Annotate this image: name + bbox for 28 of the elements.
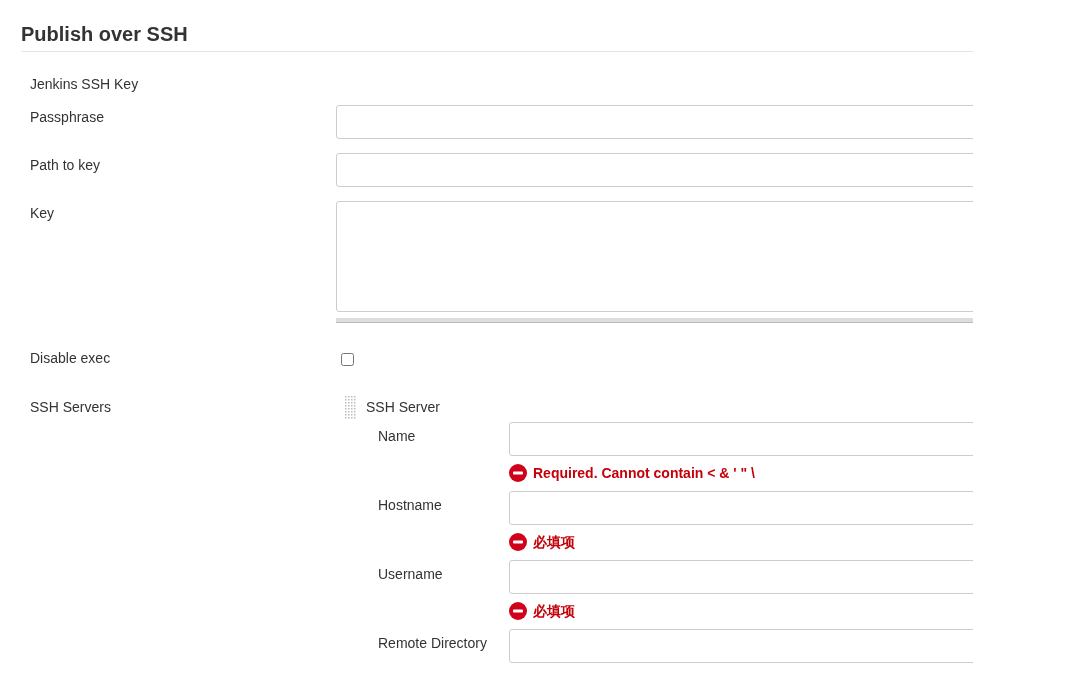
field-label: Name <box>378 427 417 446</box>
section-title: Publish over SSH <box>21 22 189 47</box>
error-message: 必填项 <box>533 601 575 621</box>
field-label: Jenkins SSH Key <box>29 75 140 94</box>
input-field[interactable] <box>509 560 973 594</box>
error-icon <box>509 602 527 620</box>
field-label: Disable exec <box>29 349 112 368</box>
input-field[interactable] <box>336 153 973 187</box>
input-field[interactable] <box>509 422 973 456</box>
input-field[interactable] <box>336 105 973 139</box>
server-title: SSH Server <box>366 397 440 417</box>
error-icon <box>509 533 527 551</box>
field-label: Key <box>29 204 56 223</box>
field-label: Hostname <box>378 496 443 515</box>
field-label: Username <box>378 565 444 584</box>
input-field[interactable] <box>509 629 973 663</box>
error-message: Required. Cannot contain < & ' " \ <box>533 463 755 483</box>
checkbox[interactable] <box>341 353 354 366</box>
input-field[interactable] <box>509 491 973 525</box>
field-label: SSH Servers <box>29 398 112 417</box>
field-label: Remote Directory <box>378 634 488 653</box>
error-message: 必填项 <box>533 532 575 552</box>
key-textarea[interactable] <box>336 201 973 312</box>
error-icon <box>509 464 527 482</box>
resize-bar[interactable] <box>336 318 973 323</box>
field-label: Path to key <box>29 156 102 175</box>
field-label: Passphrase <box>29 108 105 127</box>
drag-handle-icon[interactable] <box>344 395 357 419</box>
